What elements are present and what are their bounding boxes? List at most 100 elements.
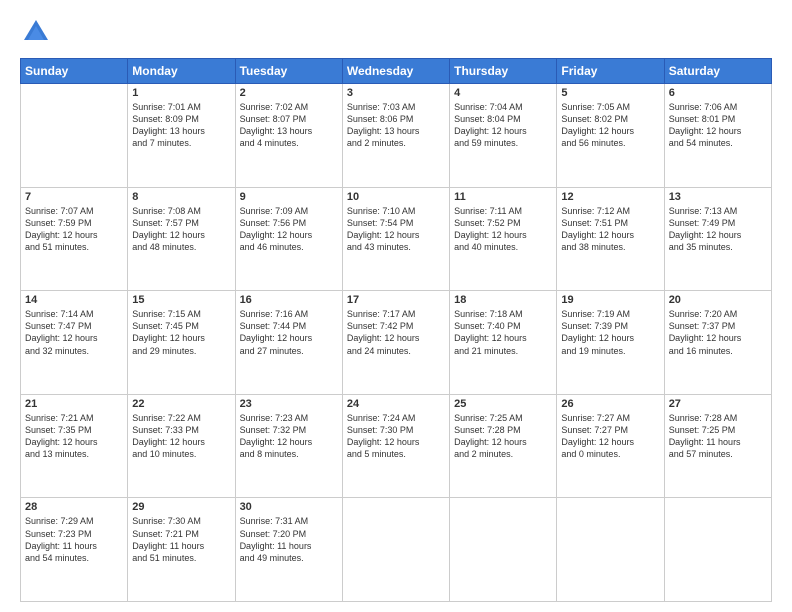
day-info: Sunrise: 7:08 AM Sunset: 7:57 PM Dayligh… [132,205,230,254]
header-day-monday: Monday [128,59,235,84]
calendar-row-5: 28 Sunrise: 7:29 AM Sunset: 7:23 PM Dayli… [21,498,772,602]
day-info: Sunrise: 7:15 AM Sunset: 7:45 PM Dayligh… [132,308,230,357]
calendar-cell [450,498,557,602]
calendar-cell: 4 Sunrise: 7:04 AM Sunset: 8:04 PM Daylig… [450,84,557,188]
calendar-cell: 20Sunrise: 7:20 AM Sunset: 7:37 PM Dayli… [664,291,771,395]
day-number: 7 [25,191,123,203]
day-number: 4 [454,87,552,99]
day-info: Sunrise: 7:30 AM Sunset: 7:21 PM Dayligh… [132,515,230,564]
day-info: Sunrise: 7:19 AM Sunset: 7:39 PM Dayligh… [561,308,659,357]
day-info: Sunrise: 7:23 AM Sunset: 7:32 PM Dayligh… [240,412,338,461]
calendar-row-4: 21 Sunrise: 7:21 AM Sunset: 7:35 PM Dayli… [21,394,772,498]
calendar-cell: 1 Sunrise: 7:01 AM Sunset: 8:09 PM Daylig… [128,84,235,188]
day-info: Sunrise: 7:29 AM Sunset: 7:23 PM Dayligh… [25,515,123,564]
calendar-cell: 11 Sunrise: 7:11 AM Sunset: 7:52 PM Dayli… [450,187,557,291]
calendar-row-2: 7 Sunrise: 7:07 AM Sunset: 7:59 PM Daylig… [21,187,772,291]
calendar-row-1: 1 Sunrise: 7:01 AM Sunset: 8:09 PM Daylig… [21,84,772,188]
day-number: 20 [669,294,767,306]
calendar-cell: 7 Sunrise: 7:07 AM Sunset: 7:59 PM Daylig… [21,187,128,291]
day-info: Sunrise: 7:09 AM Sunset: 7:56 PM Dayligh… [240,205,338,254]
calendar-cell: 22Sunrise: 7:22 AM Sunset: 7:33 PM Dayli… [128,394,235,498]
header-day-saturday: Saturday [664,59,771,84]
calendar-cell: 2 Sunrise: 7:02 AM Sunset: 8:07 PM Daylig… [235,84,342,188]
day-info: Sunrise: 7:22 AM Sunset: 7:33 PM Dayligh… [132,412,230,461]
calendar-cell: 5 Sunrise: 7:05 AM Sunset: 8:02 PM Daylig… [557,84,664,188]
calendar-cell: 17 Sunrise: 7:17 AM Sunset: 7:42 PM Dayli… [342,291,449,395]
calendar-cell: 14 Sunrise: 7:14 AM Sunset: 7:47 PM Dayli… [21,291,128,395]
day-info: Sunrise: 7:31 AM Sunset: 7:20 PM Dayligh… [240,515,338,564]
day-number: 11 [454,191,552,203]
day-number: 10 [347,191,445,203]
day-number: 14 [25,294,123,306]
page: SundayMondayTuesdayWednesdayThursdayFrid… [0,0,792,612]
day-info: Sunrise: 7:03 AM Sunset: 8:06 PM Dayligh… [347,101,445,150]
calendar-cell: 16Sunrise: 7:16 AM Sunset: 7:44 PM Dayli… [235,291,342,395]
day-number: 6 [669,87,767,99]
day-number: 27 [669,398,767,410]
day-info: Sunrise: 7:21 AM Sunset: 7:35 PM Dayligh… [25,412,123,461]
day-info: Sunrise: 7:04 AM Sunset: 8:04 PM Dayligh… [454,101,552,150]
day-info: Sunrise: 7:18 AM Sunset: 7:40 PM Dayligh… [454,308,552,357]
day-info: Sunrise: 7:11 AM Sunset: 7:52 PM Dayligh… [454,205,552,254]
header-day-tuesday: Tuesday [235,59,342,84]
calendar-cell: 21 Sunrise: 7:21 AM Sunset: 7:35 PM Dayli… [21,394,128,498]
day-number: 17 [347,294,445,306]
calendar-cell: 26 Sunrise: 7:27 AM Sunset: 7:27 PM Dayli… [557,394,664,498]
header-day-friday: Friday [557,59,664,84]
logo [20,16,56,48]
day-info: Sunrise: 7:28 AM Sunset: 7:25 PM Dayligh… [669,412,767,461]
day-number: 21 [25,398,123,410]
day-number: 25 [454,398,552,410]
calendar-cell: 8 Sunrise: 7:08 AM Sunset: 7:57 PM Daylig… [128,187,235,291]
calendar-cell [557,498,664,602]
calendar-row-3: 14 Sunrise: 7:14 AM Sunset: 7:47 PM Dayli… [21,291,772,395]
calendar-cell: 25 Sunrise: 7:25 AM Sunset: 7:28 PM Dayli… [450,394,557,498]
calendar-cell [342,498,449,602]
day-number: 15 [132,294,230,306]
day-info: Sunrise: 7:02 AM Sunset: 8:07 PM Dayligh… [240,101,338,150]
day-info: Sunrise: 7:27 AM Sunset: 7:27 PM Dayligh… [561,412,659,461]
day-number: 5 [561,87,659,99]
day-info: Sunrise: 7:06 AM Sunset: 8:01 PM Dayligh… [669,101,767,150]
day-info: Sunrise: 7:16 AM Sunset: 7:44 PM Dayligh… [240,308,338,357]
day-number: 28 [25,501,123,513]
day-info: Sunrise: 7:10 AM Sunset: 7:54 PM Dayligh… [347,205,445,254]
header [20,16,772,48]
day-number: 2 [240,87,338,99]
day-info: Sunrise: 7:17 AM Sunset: 7:42 PM Dayligh… [347,308,445,357]
day-number: 26 [561,398,659,410]
day-number: 3 [347,87,445,99]
day-info: Sunrise: 7:14 AM Sunset: 7:47 PM Dayligh… [25,308,123,357]
day-number: 8 [132,191,230,203]
logo-icon [20,16,52,48]
calendar-cell: 3 Sunrise: 7:03 AM Sunset: 8:06 PM Daylig… [342,84,449,188]
calendar-cell: 12Sunrise: 7:12 AM Sunset: 7:51 PM Dayli… [557,187,664,291]
calendar: SundayMondayTuesdayWednesdayThursdayFrid… [20,58,772,602]
calendar-cell: 24 Sunrise: 7:24 AM Sunset: 7:30 PM Dayli… [342,394,449,498]
day-info: Sunrise: 7:13 AM Sunset: 7:49 PM Dayligh… [669,205,767,254]
day-info: Sunrise: 7:24 AM Sunset: 7:30 PM Dayligh… [347,412,445,461]
calendar-cell: 9 Sunrise: 7:09 AM Sunset: 7:56 PM Daylig… [235,187,342,291]
day-info: Sunrise: 7:07 AM Sunset: 7:59 PM Dayligh… [25,205,123,254]
day-number: 30 [240,501,338,513]
calendar-cell: 29 Sunrise: 7:30 AM Sunset: 7:21 PM Dayli… [128,498,235,602]
day-number: 29 [132,501,230,513]
calendar-cell [21,84,128,188]
header-day-wednesday: Wednesday [342,59,449,84]
day-number: 9 [240,191,338,203]
calendar-cell: 19Sunrise: 7:19 AM Sunset: 7:39 PM Dayli… [557,291,664,395]
day-number: 1 [132,87,230,99]
day-info: Sunrise: 7:01 AM Sunset: 8:09 PM Dayligh… [132,101,230,150]
day-number: 23 [240,398,338,410]
calendar-cell: 18Sunrise: 7:18 AM Sunset: 7:40 PM Dayli… [450,291,557,395]
calendar-cell: 15 Sunrise: 7:15 AM Sunset: 7:45 PM Dayli… [128,291,235,395]
day-number: 13 [669,191,767,203]
day-number: 12 [561,191,659,203]
calendar-cell: 27 Sunrise: 7:28 AM Sunset: 7:25 PM Dayli… [664,394,771,498]
day-info: Sunrise: 7:25 AM Sunset: 7:28 PM Dayligh… [454,412,552,461]
header-day-thursday: Thursday [450,59,557,84]
calendar-cell: 13 Sunrise: 7:13 AM Sunset: 7:49 PM Dayli… [664,187,771,291]
calendar-cell: 28 Sunrise: 7:29 AM Sunset: 7:23 PM Dayli… [21,498,128,602]
day-number: 24 [347,398,445,410]
day-info: Sunrise: 7:05 AM Sunset: 8:02 PM Dayligh… [561,101,659,150]
